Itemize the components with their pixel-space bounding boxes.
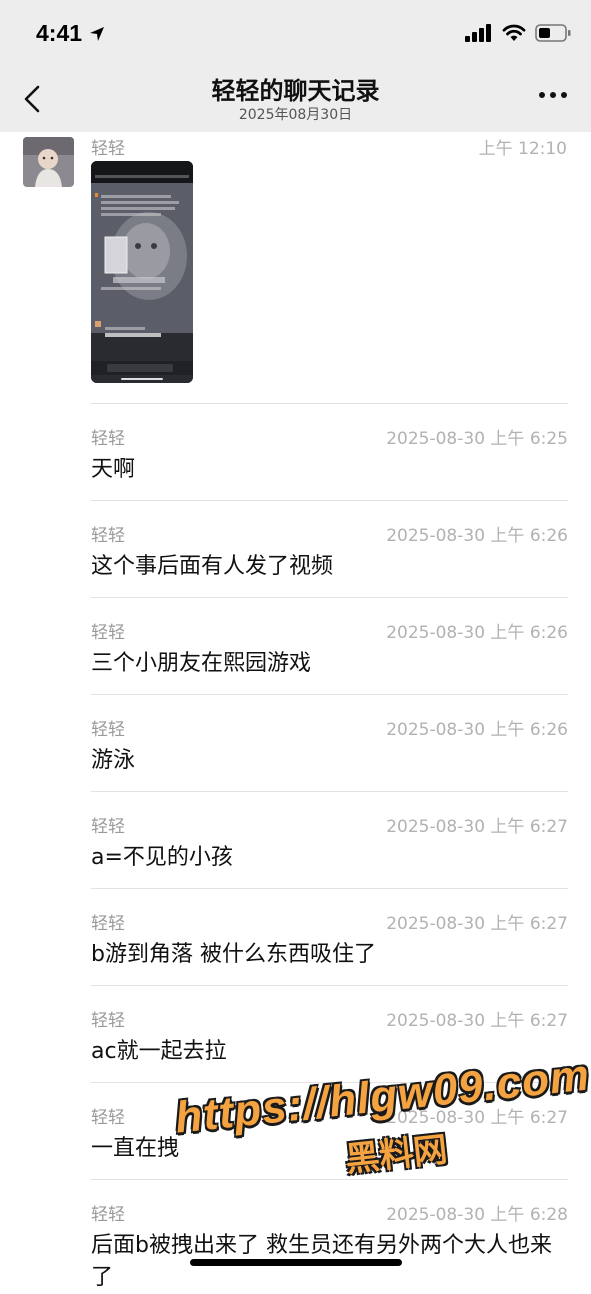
- message-divider: [91, 597, 568, 598]
- message-sender: 轻轻: [91, 1011, 125, 1031]
- message-divider: [91, 791, 568, 792]
- message-sender: 轻轻: [91, 914, 125, 934]
- chat-message[interactable]: 轻轻 2025-08-30 上午 6:26 这个事后面有人发了视频: [91, 521, 568, 591]
- message-divider: [91, 694, 568, 695]
- watermark-label: 黑料网: [343, 1129, 450, 1181]
- message-divider: [91, 985, 568, 986]
- message-text: 天啊: [91, 457, 136, 482]
- message-text: 这个事后面有人发了视频: [91, 554, 334, 579]
- more-dot-icon: [561, 92, 567, 98]
- signal-icon: [465, 24, 491, 42]
- message-time: 2025-08-30 上午 6:28: [386, 1205, 568, 1225]
- message-sender: 轻轻: [91, 526, 125, 546]
- message-sender: 轻轻: [91, 139, 125, 159]
- more-dot-icon: [539, 92, 545, 98]
- message-sender: 轻轻: [91, 623, 125, 643]
- chat-message[interactable]: 轻轻 2025-08-30 上午 6:27 b游到角落 被什么东西吸住了: [91, 909, 568, 979]
- message-time: 2025-08-30 上午 6:26: [386, 623, 568, 643]
- chat-message[interactable]: 轻轻 2025-08-30 上午 6:25 天啊: [91, 424, 568, 494]
- message-time: 2025-08-30 上午 6:26: [386, 720, 568, 740]
- message-text: b游到角落 被什么东西吸住了: [91, 942, 376, 967]
- status-time: 4:41: [36, 20, 106, 47]
- page-title: 轻轻的聊天记录: [211, 77, 380, 105]
- message-text: 一直在拽: [91, 1136, 180, 1161]
- message-text: 三个小朋友在熙园游戏: [91, 651, 312, 676]
- avatar[interactable]: [23, 137, 74, 187]
- message-sender: 轻轻: [91, 1205, 125, 1225]
- message-time: 上午 12:10: [478, 139, 567, 159]
- message-time: 2025-08-30 上午 6:26: [386, 526, 568, 546]
- message-sender: 轻轻: [91, 429, 125, 449]
- location-arrow-icon: [90, 26, 105, 41]
- message-sender: 轻轻: [91, 1108, 125, 1128]
- page-subtitle: 2025年08月30日: [238, 107, 353, 123]
- avatar-photo: [23, 137, 74, 187]
- chat-message[interactable]: 轻轻 2025-08-30 上午 6:27 a=不见的小孩: [91, 812, 568, 882]
- image-message[interactable]: [91, 161, 193, 383]
- message-time: 2025-08-30 上午 6:27: [386, 914, 568, 934]
- wifi-icon: [502, 24, 526, 41]
- more-dot-icon: [550, 92, 556, 98]
- message-text: ac就一起去拉: [91, 1039, 227, 1064]
- message-text: 游泳: [91, 748, 136, 773]
- nav-bar: 轻轻的聊天记录 2025年08月30日: [0, 62, 591, 132]
- chat-message[interactable]: 轻轻 2025-08-30 上午 6:26 游泳: [91, 715, 568, 785]
- status-bar: 4:41: [0, 0, 591, 62]
- message-divider: [91, 888, 568, 889]
- more-options-button[interactable]: [539, 92, 567, 98]
- battery-icon: [535, 24, 571, 42]
- chat-message[interactable]: 轻轻 2025-08-30 上午 6:26 三个小朋友在熙园游戏: [91, 618, 568, 688]
- message-time: 2025-08-30 上午 6:25: [386, 429, 568, 449]
- message-time: 2025-08-30 上午 6:27: [386, 817, 568, 837]
- title-block: 轻轻的聊天记录 2025年08月30日: [0, 76, 591, 124]
- message-text: a=不见的小孩: [91, 845, 233, 870]
- status-time-text: 4:41: [36, 20, 83, 46]
- message-time: 2025-08-30 上午 6:27: [386, 1011, 568, 1031]
- message-sender: 轻轻: [91, 817, 125, 837]
- screenshot-thumbnail: [91, 161, 193, 383]
- message-divider: [91, 500, 568, 501]
- message-divider: [91, 403, 568, 404]
- chat-message[interactable]: 轻轻 2025-08-30 上午 6:28 后面b被拽出来了 救生员还有另外两个…: [91, 1200, 568, 1290]
- status-icons: [465, 24, 571, 42]
- home-indicator: [190, 1259, 402, 1266]
- message-sender: 轻轻: [91, 720, 125, 740]
